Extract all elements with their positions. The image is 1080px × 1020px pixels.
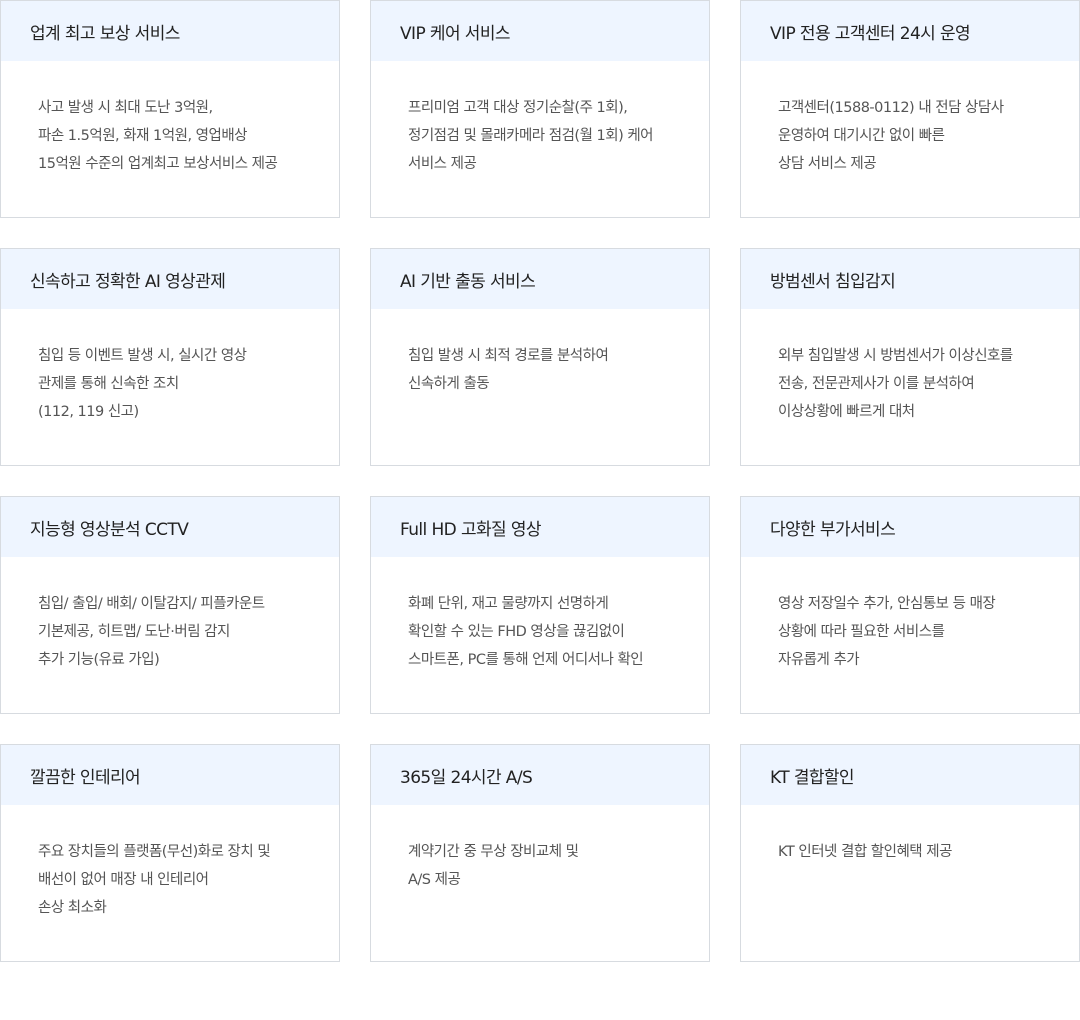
service-card-smart-cctv: 지능형 영상분석 CCTV 침입/ 출입/ 배회/ 이탈감지/ 피플카운트 기본… — [0, 496, 340, 714]
card-description-line: 신속하게 출동 — [408, 376, 490, 392]
card-description-line: A/S 제공 — [408, 872, 461, 888]
card-description: KT 인터넷 결합 할인혜택 제공 — [741, 805, 1079, 866]
card-description-line: 주요 장치들의 플랫폼(무선)화로 장치 및 — [38, 844, 271, 860]
card-description: 고객센터(1588-0112) 내 전담 상담사 운영하여 대기시간 없이 빠른… — [741, 61, 1079, 178]
card-description: 계약기간 중 무상 장비교체 및 A/S 제공 — [371, 805, 709, 894]
card-title: Full HD 고화질 영상 — [371, 497, 709, 557]
card-description-line: 침입 발생 시 최적 경로를 분석하여 — [408, 348, 609, 364]
service-card-kt-bundle-discount: KT 결합할인 KT 인터넷 결합 할인혜택 제공 — [740, 744, 1080, 962]
card-description-line: 사고 발생 시 최대 도난 3억원, — [38, 100, 213, 116]
service-card-ai-monitoring: 신속하고 정확한 AI 영상관제 침입 등 이벤트 발생 시, 실시간 영상 관… — [0, 248, 340, 466]
card-description-line: 상황에 따라 필요한 서비스를 — [778, 624, 945, 640]
service-card-grid: 업계 최고 보상 서비스 사고 발생 시 최대 도난 3억원, 파손 1.5억원… — [0, 0, 1080, 962]
card-description-line: 스마트폰, PC를 통해 언제 어디서나 확인 — [408, 652, 644, 668]
card-description: 사고 발생 시 최대 도난 3억원, 파손 1.5억원, 화재 1억원, 영업배… — [1, 61, 339, 178]
card-description-line: 외부 침입발생 시 방범센서가 이상신호를 — [778, 348, 1013, 364]
card-description-line: 기본제공, 히트맵/ 도난·버림 감지 — [38, 624, 230, 640]
card-description-line: 전송, 전문관제사가 이를 분석하여 — [778, 376, 975, 392]
card-description-line: 영상 저장일수 추가, 안심통보 등 매장 — [778, 596, 996, 612]
service-card-intrusion-sensor: 방범센서 침입감지 외부 침입발생 시 방범센서가 이상신호를 전송, 전문관제… — [740, 248, 1080, 466]
service-card-clean-interior: 깔끔한 인테리어 주요 장치들의 플랫폼(무선)화로 장치 및 배선이 없어 매… — [0, 744, 340, 962]
card-description-line: 이상상황에 빠르게 대처 — [778, 404, 915, 420]
card-description-line: (112, 119 신고) — [38, 404, 139, 420]
service-card-24h-as: 365일 24시간 A/S 계약기간 중 무상 장비교체 및 A/S 제공 — [370, 744, 710, 962]
service-card-ai-dispatch: AI 기반 출동 서비스 침입 발생 시 최적 경로를 분석하여 신속하게 출동 — [370, 248, 710, 466]
card-title: VIP 케어 서비스 — [371, 1, 709, 61]
card-description-line: 15억원 수준의 업계최고 보상서비스 제공 — [38, 156, 278, 172]
card-description: 외부 침입발생 시 방범센서가 이상신호를 전송, 전문관제사가 이를 분석하여… — [741, 309, 1079, 426]
card-description-line: 파손 1.5억원, 화재 1억원, 영업배상 — [38, 128, 248, 144]
card-description-line: 침입/ 출입/ 배회/ 이탈감지/ 피플카운트 — [38, 596, 265, 612]
card-description: 영상 저장일수 추가, 안심통보 등 매장 상황에 따라 필요한 서비스를 자유… — [741, 557, 1079, 674]
card-title: 365일 24시간 A/S — [371, 745, 709, 805]
service-card-vip-care: VIP 케어 서비스 프리미엄 고객 대상 정기순찰(주 1회), 정기점검 및… — [370, 0, 710, 218]
service-card-add-on-services: 다양한 부가서비스 영상 저장일수 추가, 안심통보 등 매장 상황에 따라 필… — [740, 496, 1080, 714]
card-description-line: 관제를 통해 신속한 조치 — [38, 376, 179, 392]
card-description: 침입/ 출입/ 배회/ 이탈감지/ 피플카운트 기본제공, 히트맵/ 도난·버림… — [1, 557, 339, 674]
card-title: 방범센서 침입감지 — [741, 249, 1079, 309]
card-title: 다양한 부가서비스 — [741, 497, 1079, 557]
card-description-line: 운영하여 대기시간 없이 빠른 — [778, 128, 945, 144]
card-description-line: 침입 등 이벤트 발생 시, 실시간 영상 — [38, 348, 247, 364]
service-card-vip-call-center: VIP 전용 고객센터 24시 운영 고객센터(1588-0112) 내 전담 … — [740, 0, 1080, 218]
card-description-line: 상담 서비스 제공 — [778, 156, 877, 172]
card-description-line: 확인할 수 있는 FHD 영상을 끊김없이 — [408, 624, 625, 640]
card-description-line: 손상 최소화 — [38, 900, 107, 916]
card-description-line: 정기점검 및 몰래카메라 점검(월 1회) 케어 — [408, 128, 654, 144]
card-description-line: 프리미엄 고객 대상 정기순찰(주 1회), — [408, 100, 628, 116]
card-title: KT 결합할인 — [741, 745, 1079, 805]
service-card-compensation: 업계 최고 보상 서비스 사고 발생 시 최대 도난 3억원, 파손 1.5억원… — [0, 0, 340, 218]
card-description-line: 배선이 없어 매장 내 인테리어 — [38, 872, 209, 888]
card-description-line: 자유롭게 추가 — [778, 652, 860, 668]
card-description-line: 화폐 단위, 재고 물량까지 선명하게 — [408, 596, 609, 612]
card-description-line: KT 인터넷 결합 할인혜택 제공 — [778, 844, 952, 860]
card-description: 화폐 단위, 재고 물량까지 선명하게 확인할 수 있는 FHD 영상을 끊김없… — [371, 557, 709, 674]
card-description: 프리미엄 고객 대상 정기순찰(주 1회), 정기점검 및 몰래카메라 점검(월… — [371, 61, 709, 178]
card-description-line: 서비스 제공 — [408, 156, 477, 172]
card-title: VIP 전용 고객센터 24시 운영 — [741, 1, 1079, 61]
card-description: 침입 발생 시 최적 경로를 분석하여 신속하게 출동 — [371, 309, 709, 398]
card-title: 지능형 영상분석 CCTV — [1, 497, 339, 557]
card-description-line: 계약기간 중 무상 장비교체 및 — [408, 844, 579, 860]
card-title: 깔끔한 인테리어 — [1, 745, 339, 805]
card-description: 주요 장치들의 플랫폼(무선)화로 장치 및 배선이 없어 매장 내 인테리어 … — [1, 805, 339, 922]
card-description-line: 추가 기능(유료 가입) — [38, 652, 160, 668]
card-title: AI 기반 출동 서비스 — [371, 249, 709, 309]
card-description: 침입 등 이벤트 발생 시, 실시간 영상 관제를 통해 신속한 조치 (112… — [1, 309, 339, 426]
card-title: 신속하고 정확한 AI 영상관제 — [1, 249, 339, 309]
service-card-full-hd: Full HD 고화질 영상 화폐 단위, 재고 물량까지 선명하게 확인할 수… — [370, 496, 710, 714]
card-description-line: 고객센터(1588-0112) 내 전담 상담사 — [778, 100, 1004, 116]
card-title: 업계 최고 보상 서비스 — [1, 1, 339, 61]
